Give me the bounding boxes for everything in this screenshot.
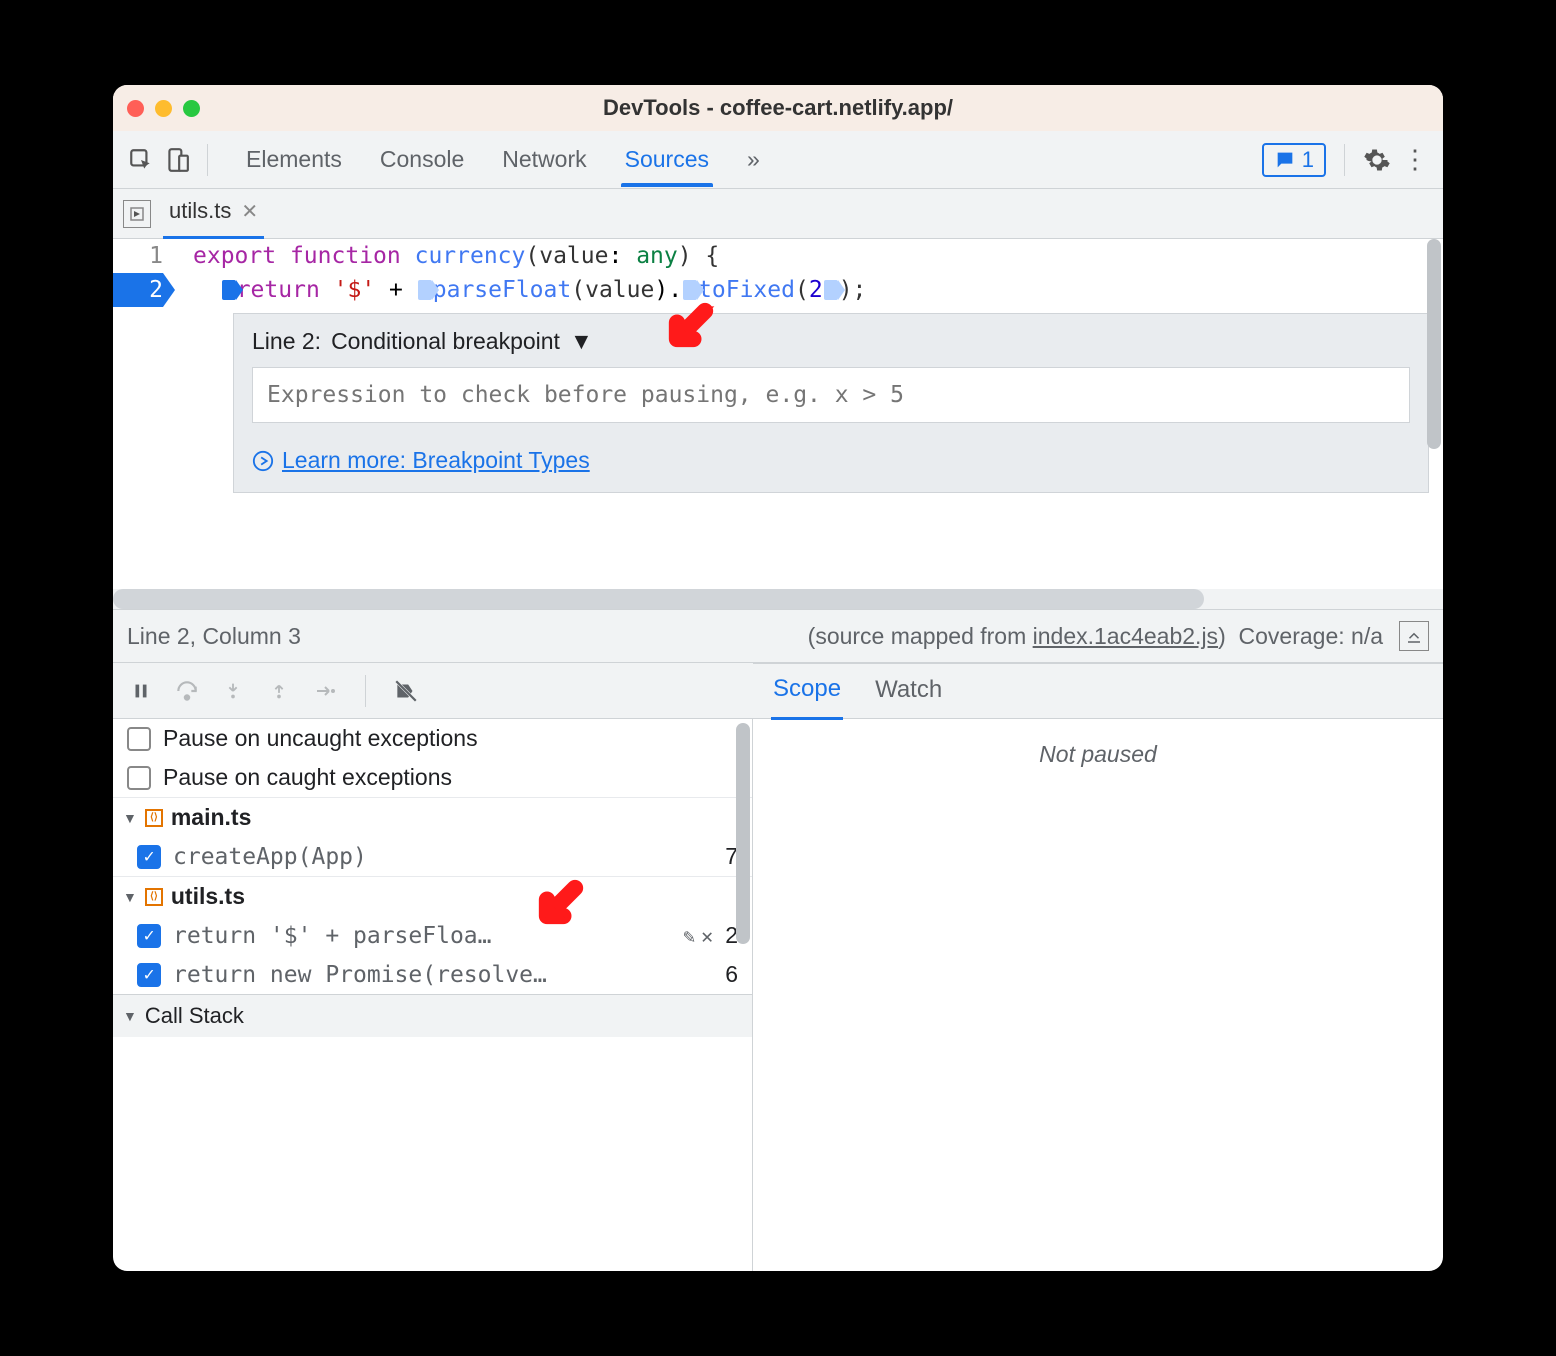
edit-icon[interactable]: ✎ bbox=[683, 924, 695, 948]
maximize-window[interactable] bbox=[183, 100, 200, 117]
pause-caught-row[interactable]: Pause on caught exceptions bbox=[113, 758, 752, 797]
breakpoint-item[interactable]: ✓ createApp(App) 7 bbox=[113, 837, 752, 876]
scope-watch-pane: Scope Watch Not paused bbox=[753, 719, 1443, 1271]
pause-icon[interactable] bbox=[127, 677, 155, 705]
checkbox[interactable]: ✓ bbox=[137, 963, 161, 987]
chevron-down-icon: ▼ bbox=[123, 810, 137, 826]
cursor-position: Line 2, Column 3 bbox=[127, 623, 301, 650]
tab-more[interactable]: » bbox=[743, 134, 764, 186]
tab-watch[interactable]: Watch bbox=[873, 664, 944, 718]
checkbox[interactable] bbox=[127, 766, 151, 790]
not-paused-label: Not paused bbox=[753, 719, 1443, 1271]
lower-panel: Pause on uncaught exceptions Pause on ca… bbox=[113, 719, 1443, 1271]
source-map-link[interactable]: index.1ac4eab2.js bbox=[1033, 623, 1218, 649]
code-line-2: return '$' + parseFloat(value).toFixed(2… bbox=[193, 273, 1443, 307]
coverage-status: Coverage: n/a bbox=[1239, 623, 1383, 649]
kebab-icon[interactable]: ⋮ bbox=[1401, 146, 1429, 174]
breakpoint-condition-input[interactable] bbox=[252, 367, 1410, 423]
chevron-down-icon: ▼ bbox=[123, 1008, 137, 1024]
breakpoint-item[interactable]: ✓ return new Promise(resolve… 6 bbox=[113, 955, 752, 994]
code-editor[interactable]: 1 2 export function currency(value: any)… bbox=[113, 239, 1443, 589]
line-number[interactable]: 1 bbox=[113, 239, 163, 273]
tab-elements[interactable]: Elements bbox=[242, 134, 346, 186]
file-icon: ⟨⟩ bbox=[145, 809, 163, 827]
step-into-icon[interactable] bbox=[219, 677, 247, 705]
tab-scope[interactable]: Scope bbox=[771, 663, 843, 720]
breakpoints-pane: Pause on uncaught exceptions Pause on ca… bbox=[113, 719, 753, 1271]
separator bbox=[365, 675, 366, 707]
issues-badge[interactable]: 1 bbox=[1262, 143, 1326, 177]
issues-count: 1 bbox=[1302, 147, 1314, 173]
traffic-lights bbox=[127, 100, 200, 117]
panel-tabs: Elements Console Network Sources » bbox=[242, 134, 764, 186]
breakpoint-item[interactable]: ✓ return '$' + parseFloa… ✎ ✕ 2 bbox=[113, 916, 752, 955]
annotation-arrow-icon bbox=[663, 297, 719, 359]
right-tabs: Scope Watch bbox=[753, 663, 1443, 719]
separator bbox=[207, 144, 208, 176]
call-stack-header[interactable]: ▼ Call Stack bbox=[113, 994, 752, 1037]
editor-statusbar: Line 2, Column 3 (source mapped from ind… bbox=[113, 609, 1443, 663]
devtools-window: DevTools - coffee-cart.netlify.app/ Elem… bbox=[113, 85, 1443, 1271]
settings-icon[interactable] bbox=[1363, 146, 1391, 174]
chevron-down-icon: ▼ bbox=[123, 889, 137, 905]
pause-uncaught-row[interactable]: Pause on uncaught exceptions bbox=[113, 719, 752, 758]
checkbox[interactable]: ✓ bbox=[137, 845, 161, 869]
file-tab-label: utils.ts bbox=[169, 198, 231, 224]
editor-hscroll[interactable] bbox=[113, 589, 1443, 609]
step-over-icon[interactable] bbox=[173, 677, 201, 705]
code-area[interactable]: export function currency(value: any) { r… bbox=[173, 239, 1443, 589]
inline-breakpoint[interactable] bbox=[418, 280, 432, 300]
close-tab-icon[interactable]: ✕ bbox=[241, 199, 258, 224]
editor-vscroll[interactable] bbox=[1425, 239, 1443, 589]
step-icon[interactable] bbox=[311, 677, 339, 705]
device-toggle-icon[interactable] bbox=[163, 146, 191, 174]
tab-network[interactable]: Network bbox=[498, 134, 590, 186]
window-title: DevTools - coffee-cart.netlify.app/ bbox=[603, 95, 953, 121]
file-tabs-bar: utils.ts ✕ bbox=[113, 189, 1443, 239]
toolbar-right: 1 ⋮ bbox=[1262, 143, 1429, 177]
inspect-icon[interactable] bbox=[127, 146, 155, 174]
annotation-arrow-icon bbox=[533, 874, 589, 936]
minimize-window[interactable] bbox=[155, 100, 172, 117]
step-out-icon[interactable] bbox=[265, 677, 293, 705]
navigator-toggle-icon[interactable] bbox=[123, 200, 151, 228]
deactivate-breakpoints-icon[interactable] bbox=[392, 677, 420, 705]
close-window[interactable] bbox=[127, 100, 144, 117]
file-icon: ⟨⟩ bbox=[145, 888, 163, 906]
file-tab-utils[interactable]: utils.ts ✕ bbox=[163, 188, 264, 239]
inline-breakpoint[interactable] bbox=[222, 280, 236, 300]
main-toolbar: Elements Console Network Sources » 1 ⋮ bbox=[113, 131, 1443, 189]
inline-breakpoint[interactable] bbox=[824, 280, 838, 300]
separator bbox=[1344, 144, 1345, 176]
window-titlebar: DevTools - coffee-cart.netlify.app/ bbox=[113, 85, 1443, 131]
bp-file-header[interactable]: ▼ ⟨⟩ main.ts bbox=[113, 797, 752, 837]
tab-console[interactable]: Console bbox=[376, 134, 468, 186]
breakpoint-marker[interactable]: 2 bbox=[113, 273, 163, 307]
learn-more-link[interactable]: Learn more: Breakpoint Types bbox=[252, 447, 1410, 474]
checkbox[interactable]: ✓ bbox=[137, 924, 161, 948]
show-more-icon[interactable] bbox=[1399, 621, 1429, 651]
code-line-1: export function currency(value: any) { bbox=[193, 239, 1443, 273]
bp-file-header[interactable]: ▼ ⟨⟩ utils.ts bbox=[113, 876, 752, 916]
source-mapped: (source mapped from index.1ac4eab2.js) C… bbox=[808, 623, 1383, 650]
tab-sources[interactable]: Sources bbox=[621, 134, 713, 186]
chevron-down-icon: ▼ bbox=[570, 328, 593, 355]
line-gutter: 1 2 bbox=[113, 239, 173, 589]
pane-vscroll[interactable] bbox=[734, 719, 752, 1271]
breakpoint-type-selector[interactable]: Line 2: Conditional breakpoint ▼ bbox=[252, 328, 1410, 355]
checkbox[interactable] bbox=[127, 727, 151, 751]
remove-icon[interactable]: ✕ bbox=[701, 924, 713, 948]
breakpoint-dialog: Line 2: Conditional breakpoint ▼ Learn m… bbox=[233, 313, 1429, 493]
